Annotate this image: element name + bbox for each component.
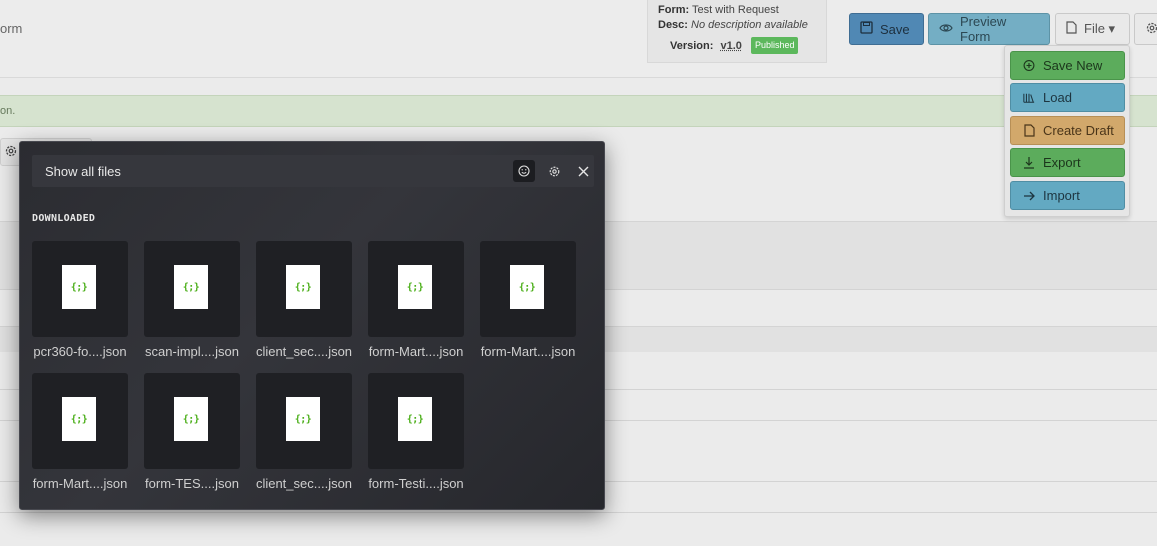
file-name[interactable]: form-Mart....json — [472, 344, 584, 359]
json-file-icon: {;} — [286, 397, 320, 441]
arrow-right-icon — [1023, 190, 1035, 202]
save-disk-icon — [860, 21, 873, 37]
breadcrumb: orm — [0, 21, 23, 36]
desc-key-label: Desc: — [658, 19, 688, 31]
file-tile[interactable]: {;} — [32, 373, 128, 469]
file-name[interactable]: client_sec....json — [248, 344, 360, 359]
library-icon — [1023, 92, 1035, 104]
section-title: DOWNLOADED — [32, 213, 96, 224]
file-picker-modal: Show all files DOWNLOADED {;} pcr360-fo.… — [19, 141, 605, 510]
file-name[interactable]: pcr360-fo....json — [24, 344, 136, 359]
gear-icon — [1145, 21, 1157, 38]
json-file-icon: {;} — [398, 397, 432, 441]
menu-item-import[interactable]: Import — [1010, 181, 1125, 210]
file-tile[interactable]: {;} — [256, 373, 352, 469]
form-key-label: Form: — [658, 4, 690, 16]
eye-icon — [939, 22, 953, 37]
menu-item-label: Save New — [1043, 58, 1103, 73]
file-tile[interactable]: {;} — [368, 241, 464, 337]
close-icon[interactable] — [572, 160, 594, 182]
menu-item-label: Load — [1043, 90, 1072, 105]
status-badge: Published — [750, 37, 799, 54]
file-tile[interactable]: {;} — [368, 373, 464, 469]
file-name[interactable]: form-Testi....json — [360, 476, 472, 491]
file-tile[interactable]: {;} — [32, 241, 128, 337]
json-file-icon: {;} — [62, 265, 96, 309]
file-name[interactable]: client_sec....json — [248, 476, 360, 491]
file-menu-button[interactable]: File ▾ — [1055, 13, 1130, 45]
file-picker-header: Show all files — [32, 155, 594, 187]
json-file-icon: {;} — [398, 265, 432, 309]
version-value[interactable]: v1.0 — [720, 40, 741, 52]
emoji-icon[interactable] — [513, 160, 535, 182]
json-file-icon: {;} — [174, 397, 208, 441]
file-tile[interactable]: {;} — [144, 373, 240, 469]
form-name-value: Test with Request — [692, 4, 779, 16]
file-name[interactable]: form-Mart....json — [24, 476, 136, 491]
desc-value: No description available — [691, 19, 808, 31]
download-icon — [1023, 157, 1035, 169]
menu-item-label: Create Draft — [1043, 123, 1114, 138]
preview-form-label: Preview Form — [960, 14, 1007, 44]
file-dropdown-menu: Save New Load Create Draft Export Import — [1004, 45, 1130, 217]
file-icon — [1066, 21, 1077, 37]
json-file-icon: {;} — [62, 397, 96, 441]
success-notice-text: on. — [0, 105, 16, 117]
json-file-icon: {;} — [510, 265, 544, 309]
preview-form-button[interactable]: Preview Form — [928, 13, 1050, 45]
top-bar: orm Form: Test with Request Desc: No des… — [0, 0, 1157, 78]
file-name[interactable]: scan-impl....json — [136, 344, 248, 359]
file-name[interactable]: form-TES....json — [136, 476, 248, 491]
menu-item-save-new[interactable]: Save New — [1010, 51, 1125, 80]
success-notice: on. — [0, 95, 1157, 127]
menu-item-load[interactable]: Load — [1010, 83, 1125, 112]
gear-icon[interactable] — [543, 160, 565, 182]
file-tile[interactable]: {;} — [144, 241, 240, 337]
gear-icon[interactable] — [4, 144, 18, 161]
settings-button[interactable] — [1134, 13, 1157, 45]
version-key-label: Version: — [670, 40, 714, 52]
menu-item-create-draft[interactable]: Create Draft — [1010, 116, 1125, 145]
json-file-icon: {;} — [286, 265, 320, 309]
divider — [0, 512, 1157, 513]
menu-item-label: Export — [1043, 155, 1081, 170]
document-icon — [1023, 124, 1035, 137]
json-file-icon: {;} — [174, 265, 208, 309]
file-menu-label: File ▾ — [1084, 21, 1116, 36]
menu-item-label: Import — [1043, 188, 1080, 203]
file-tile[interactable]: {;} — [480, 241, 576, 337]
form-meta-box: Form: Test with Request Desc: No descrip… — [647, 0, 827, 63]
save-button[interactable]: Save — [849, 13, 924, 45]
file-name[interactable]: form-Mart....json — [360, 344, 472, 359]
save-button-label: Save — [880, 21, 910, 37]
file-tile[interactable]: {;} — [256, 241, 352, 337]
plus-circle-icon — [1023, 60, 1035, 72]
menu-item-export[interactable]: Export — [1010, 148, 1125, 177]
show-all-files-toggle[interactable]: Show all files — [45, 164, 121, 179]
